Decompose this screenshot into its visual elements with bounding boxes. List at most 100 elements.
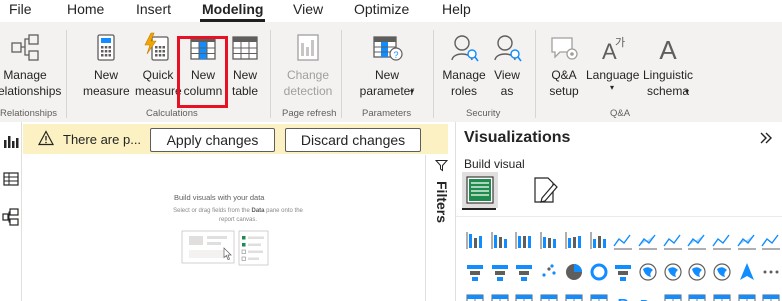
funnel-chart-alt-icon[interactable]	[513, 261, 535, 283]
tab-insert[interactable]: Insert	[136, 1, 171, 17]
filled-map-icon[interactable]	[662, 261, 684, 283]
collapse-pane-icon[interactable]	[758, 131, 774, 145]
svg-text:가: 가	[615, 36, 625, 49]
column-chart-icon[interactable]	[489, 261, 511, 283]
format-visual-tab[interactable]	[526, 172, 562, 208]
linguistic-schema-button[interactable]: A Linguistic schema ▾	[640, 32, 696, 99]
azure-map-icon[interactable]	[711, 261, 733, 283]
waterfall-chart-icon[interactable]	[760, 230, 782, 252]
person-view-icon	[491, 32, 523, 64]
menu-bar: File Home Insert Modeling View Optimize …	[0, 0, 782, 22]
group-calculations-label: Calculations	[146, 108, 198, 119]
report-canvas[interactable]: There are p... Apply changes Discard cha…	[23, 122, 448, 301]
person-search-icon	[448, 32, 480, 64]
view-rail	[0, 122, 22, 301]
donut-chart-icon[interactable]	[588, 261, 610, 283]
group-qa-label: Q&A	[610, 108, 631, 119]
stacked-area-chart-icon[interactable]	[662, 230, 684, 252]
qa-visual-icon[interactable]	[711, 292, 733, 301]
line-column-chart-icon[interactable]	[686, 230, 708, 252]
narrative-visual-icon[interactable]	[736, 292, 758, 301]
shape-map-icon[interactable]	[686, 261, 708, 283]
line-clustered-column-chart-icon[interactable]	[711, 230, 733, 252]
table-visual-icon[interactable]	[489, 292, 511, 301]
quick-measure-button[interactable]: Quick measure	[135, 32, 182, 99]
new-table-icon	[229, 32, 261, 64]
new-parameter-button[interactable]: ? New parameter ▾	[353, 32, 421, 99]
group-divider	[341, 30, 342, 118]
funnel-chart-icon[interactable]	[464, 261, 486, 283]
tab-optimize[interactable]: Optimize	[354, 1, 409, 17]
view-as-button[interactable]: View as	[490, 32, 524, 99]
matrix-visual-icon[interactable]	[513, 292, 535, 301]
discard-changes-button[interactable]: Discard changes	[285, 128, 421, 152]
manage-relationships-label: Manage relationships	[0, 68, 62, 98]
qa-setup-button[interactable]: Q&A setup	[544, 32, 584, 99]
new-measure-button[interactable]: New measure	[83, 32, 130, 99]
clustered-bar-chart-icon[interactable]	[489, 230, 511, 252]
build-visual-label: Build visual	[464, 157, 525, 171]
quick-measure-label: Quick measure	[135, 68, 182, 98]
tab-modeling[interactable]: Modeling	[202, 1, 263, 17]
r-script-visual-icon[interactable]: R	[612, 292, 634, 301]
build-visual-tab[interactable]	[462, 172, 498, 208]
empty-canvas-illustration	[181, 228, 269, 268]
change-detection-label: Change detection	[283, 68, 333, 98]
language-button[interactable]: A 가 Language ▾	[586, 32, 639, 93]
kpi-visual-icon[interactable]	[563, 292, 585, 301]
stacked-bar-100-chart-icon[interactable]	[563, 230, 585, 252]
table-view-icon[interactable]	[2, 170, 20, 188]
filters-label[interactable]: Filters	[434, 181, 450, 223]
tab-help[interactable]: Help	[442, 1, 471, 17]
stacked-bar-chart-icon[interactable]	[464, 230, 486, 252]
view-as-label: View as	[494, 68, 520, 98]
new-column-highlight	[177, 36, 228, 108]
report-view-icon[interactable]	[2, 132, 20, 150]
svg-text:?: ?	[393, 50, 398, 60]
map-visual-icon[interactable]	[637, 261, 659, 283]
decomposition-tree-icon[interactable]	[686, 292, 708, 301]
quick-measure-icon	[142, 32, 174, 64]
stacked-column-100-chart-icon[interactable]	[588, 230, 610, 252]
chevron-down-icon: ▾	[609, 83, 614, 92]
more-visuals-icon[interactable]	[760, 261, 782, 283]
paginated-visual-icon[interactable]	[760, 292, 782, 301]
treemap-chart-icon[interactable]	[612, 261, 634, 283]
area-chart-icon[interactable]	[637, 230, 659, 252]
linguistic-schema-icon: A	[652, 32, 684, 65]
apply-changes-button[interactable]: Apply changes	[150, 128, 275, 152]
svg-text:R: R	[618, 296, 629, 301]
calculator-icon	[90, 32, 122, 64]
gauge-visual-icon[interactable]	[588, 292, 610, 301]
qa-setup-label: Q&A setup	[549, 68, 579, 98]
qa-setup-icon	[548, 32, 580, 64]
group-divider	[270, 30, 271, 118]
tab-view[interactable]: View	[293, 1, 323, 17]
group-divider	[433, 30, 434, 118]
manage-roles-button[interactable]: Manage roles	[442, 32, 486, 99]
arrow-visual-icon[interactable]	[736, 261, 758, 283]
card-visual-icon[interactable]	[464, 292, 486, 301]
line-chart-icon[interactable]	[612, 230, 634, 252]
slicer-visual-icon[interactable]	[538, 292, 560, 301]
visual-types-grid	[456, 216, 782, 301]
tab-home[interactable]: Home	[67, 1, 104, 17]
clustered-column-chart-icon[interactable]	[538, 230, 560, 252]
banner-message: There are p...	[63, 132, 142, 147]
manage-relationships-button[interactable]: Manage relationships	[0, 32, 62, 99]
warning-icon	[37, 130, 55, 146]
chevron-down-icon: ▾	[410, 87, 415, 96]
new-table-button[interactable]: New table	[227, 32, 263, 99]
key-influencers-visual-icon[interactable]	[662, 292, 684, 301]
svg-text:Py: Py	[640, 297, 657, 301]
pie-chart-icon[interactable]	[563, 261, 585, 283]
stacked-column-chart-icon[interactable]	[513, 230, 535, 252]
model-view-icon[interactable]	[2, 208, 20, 226]
tab-file[interactable]: File	[9, 1, 32, 17]
scatter-chart-icon[interactable]	[538, 261, 560, 283]
ribbon-chart-icon[interactable]	[736, 230, 758, 252]
python-visual-icon[interactable]: Py	[637, 292, 659, 301]
filters-pane-collapsed[interactable]: Filters	[425, 155, 455, 301]
change-detection-icon	[292, 32, 324, 64]
change-detection-button[interactable]: Change detection	[280, 32, 336, 99]
